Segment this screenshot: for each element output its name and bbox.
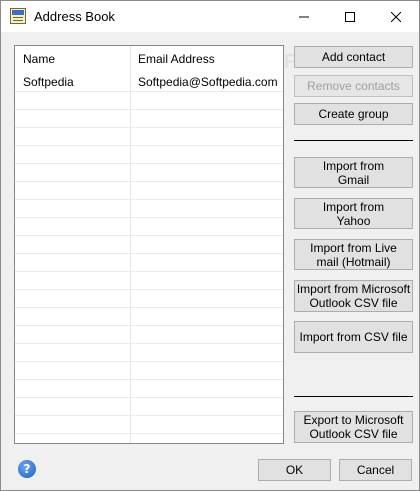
row-gridline	[15, 181, 283, 182]
import-live-mail-button[interactable]: Import from Live mail (Hotmail)	[294, 239, 413, 270]
row-gridline	[15, 127, 283, 128]
maximize-button[interactable]	[327, 1, 373, 32]
contacts-list[interactable]: Name Email Address Softpedia Softpedia@So…	[14, 45, 284, 444]
row-gridline	[15, 253, 283, 254]
contact-email-cell: Softpedia@Softpedia.com	[138, 75, 278, 89]
address-book-window: Address Book SOFTPEDIA Name Email Addres…	[0, 0, 420, 491]
title-bar[interactable]: Address Book	[1, 1, 419, 32]
close-button[interactable]	[373, 1, 419, 32]
add-contact-button[interactable]: Add contact	[294, 46, 413, 68]
column-header-name[interactable]: Name	[15, 46, 130, 73]
row-gridline	[15, 325, 283, 326]
column-header-email[interactable]: Email Address	[130, 46, 283, 73]
row-gridline	[15, 199, 283, 200]
import-csv-button[interactable]: Import from CSV file	[294, 321, 413, 353]
row-gridline	[15, 415, 283, 416]
window-title: Address Book	[34, 9, 115, 24]
separator-top	[294, 140, 413, 141]
row-gridline	[15, 163, 283, 164]
minimize-icon	[299, 16, 309, 17]
column-divider	[130, 46, 131, 443]
contact-name-cell: Softpedia	[23, 75, 74, 89]
row-gridline	[15, 379, 283, 380]
row-gridline	[15, 307, 283, 308]
help-icon[interactable]: ?	[18, 460, 36, 478]
ok-button[interactable]: OK	[258, 459, 331, 481]
row-gridline	[15, 433, 283, 434]
remove-contacts-button[interactable]: Remove contacts	[294, 75, 413, 97]
row-gridline	[15, 397, 283, 398]
row-gridline	[15, 91, 283, 92]
cancel-button[interactable]: Cancel	[339, 459, 412, 481]
row-gridline	[15, 289, 283, 290]
export-outlook-csv-button[interactable]: Export to Microsoft Outlook CSV file	[294, 411, 413, 443]
row-gridline	[15, 361, 283, 362]
import-outlook-csv-button[interactable]: Import from Microsoft Outlook CSV file	[294, 280, 413, 312]
import-gmail-button[interactable]: Import from Gmail	[294, 157, 413, 188]
create-group-button[interactable]: Create group	[294, 103, 413, 125]
row-gridline	[15, 235, 283, 236]
close-icon	[391, 11, 401, 22]
maximize-icon	[345, 11, 355, 22]
row-gridline	[15, 343, 283, 344]
separator-bottom	[294, 396, 413, 397]
row-gridline	[15, 145, 283, 146]
address-book-app-icon	[10, 8, 26, 24]
import-yahoo-button[interactable]: Import from Yahoo	[294, 198, 413, 229]
row-gridline	[15, 271, 283, 272]
minimize-button[interactable]	[281, 1, 327, 32]
row-gridline	[15, 217, 283, 218]
row-gridline	[15, 109, 283, 110]
